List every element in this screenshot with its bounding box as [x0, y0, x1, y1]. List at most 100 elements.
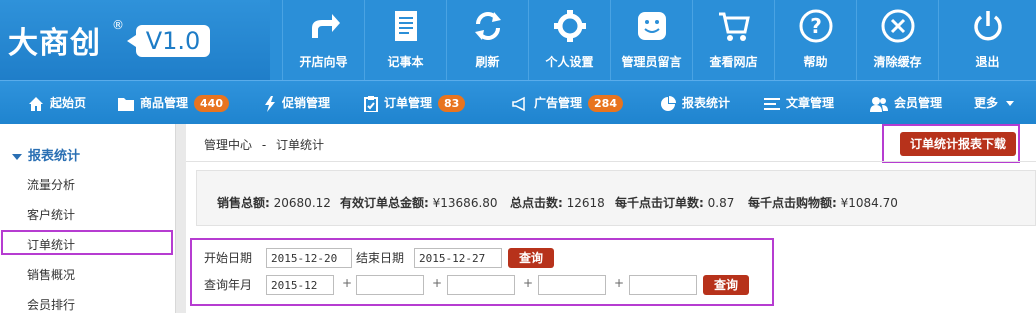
- help-icon: ?: [799, 9, 832, 43]
- nav-item-more[interactable]: 更多: [974, 81, 1015, 125]
- toolbar-button-clear-cache[interactable]: 清除缓存: [856, 0, 938, 80]
- sidebar-section-reports[interactable]: 报表统计: [12, 145, 80, 164]
- stat-label: 销售总额:: [217, 196, 270, 210]
- nav-item-reports[interactable]: 报表统计: [660, 81, 730, 125]
- stat-total-sales: 销售总额: 20680.12: [217, 194, 331, 211]
- users-icon: [870, 96, 888, 112]
- nav-item-ads[interactable]: 广告管理 284: [512, 81, 623, 125]
- breadcrumb-current: 订单统计: [276, 138, 325, 152]
- brand-logo: 大商创 ® V1.0: [0, 0, 270, 80]
- plus-sign: +: [523, 276, 534, 290]
- end-date-label: 结束日期: [356, 251, 405, 265]
- stat-label: 每千点击订单数:: [615, 196, 704, 210]
- toolbar-label: 记事本: [387, 55, 424, 69]
- toolbar-button-store-wizard[interactable]: 开店向导: [282, 0, 364, 80]
- sidebar-section-title: 报表统计: [28, 149, 81, 164]
- toolbar-button-logout[interactable]: 退出: [938, 0, 1036, 80]
- toolbar-label: 退出: [975, 55, 1000, 69]
- end-date-input[interactable]: [414, 248, 502, 268]
- toolbar-button-help[interactable]: ? 帮助: [774, 0, 856, 80]
- nav-label: 文章管理: [786, 96, 835, 110]
- stat-total-clicks: 总点击数: 12618: [510, 194, 605, 211]
- sidebar-gutter: [176, 124, 186, 313]
- breadcrumb-separator: -: [261, 138, 267, 152]
- stat-label: 有效订单总金额:: [340, 196, 429, 210]
- stat-value: 0.87: [707, 196, 735, 210]
- nav-label: 报表统计: [682, 96, 731, 110]
- month-input-1[interactable]: [266, 275, 334, 295]
- clear-icon: [881, 9, 914, 43]
- home-icon: [29, 96, 43, 111]
- toolbar-label: 个人设置: [545, 55, 594, 69]
- toolbar-button-admin-messages[interactable]: 管理员留言: [610, 0, 692, 80]
- nav-item-orders[interactable]: 订单管理 83: [364, 81, 466, 125]
- month-input-2[interactable]: [356, 275, 424, 295]
- stat-valid-order-amount: 有效订单总金额: ¥13686.80: [340, 194, 498, 211]
- caret-down-icon: [1006, 100, 1015, 106]
- sidebar-item-traffic-analysis[interactable]: 流量分析: [27, 176, 75, 193]
- toolbar-label: 刷新: [475, 55, 500, 69]
- folder-icon: [118, 97, 134, 111]
- stat-value: ¥1084.70: [840, 196, 898, 210]
- month-input-5[interactable]: [629, 275, 697, 295]
- stat-orders-per-thousand: 每千点击订单数: 0.87: [615, 194, 734, 211]
- stats-summary: 销售总额: 20680.12 有效订单总金额: ¥13686.80 总点击数: …: [196, 170, 1036, 226]
- nav-item-products[interactable]: 商品管理 440: [118, 81, 229, 125]
- nav-item-articles[interactable]: 文章管理: [764, 81, 834, 125]
- nav-label: 会员管理: [894, 96, 943, 110]
- nav-label: 起始页: [50, 96, 87, 110]
- month-query-button[interactable]: 查询: [703, 275, 749, 295]
- megaphone-icon: [512, 96, 525, 111]
- toolbar-label: 管理员留言: [621, 55, 682, 69]
- share-arrow-icon: [311, 14, 340, 38]
- stat-value: 12618: [566, 196, 605, 210]
- nav-label: 订单管理: [384, 96, 433, 110]
- toolbar-label: 清除缓存: [873, 55, 922, 69]
- sidebar-item-sales-overview[interactable]: 销售概况: [27, 266, 75, 283]
- bolt-icon: [265, 95, 275, 112]
- main-content: 管理中心 - 订单统计 订单统计报表下载 销售总额: 20680.12 有效订单…: [186, 124, 1036, 313]
- toolbar-button-personal-settings[interactable]: 个人设置: [528, 0, 610, 80]
- stat-value: ¥13686.80: [432, 196, 498, 210]
- toolbar-button-notepad[interactable]: 记事本: [364, 0, 446, 80]
- query-form: 开始日期 结束日期 查询 查询年月 + + + + 查询: [190, 238, 774, 306]
- sidebar-item-member-ranking[interactable]: 会员排行: [27, 296, 75, 313]
- main-nav: 起始页 商品管理 440 促销管理 订单管理 83 广告管理 284 报表统计 文章管…: [0, 80, 1036, 124]
- divider: [186, 161, 1036, 162]
- plus-sign: +: [342, 276, 353, 290]
- notepad-icon: [394, 11, 417, 41]
- brand-name: 大商创: [8, 26, 101, 61]
- month-input-4[interactable]: [538, 275, 606, 295]
- nav-badge-ads: 284: [588, 95, 623, 112]
- stat-amount-per-thousand: 每千点击购物额: ¥1084.70: [748, 194, 898, 211]
- breadcrumb-root[interactable]: 管理中心: [204, 138, 252, 152]
- toolbar-button-view-store[interactable]: 查看网店: [692, 0, 774, 80]
- toolbar-button-refresh[interactable]: 刷新: [446, 0, 528, 80]
- stat-value: 20680.12: [273, 196, 331, 210]
- clipboard-icon: [364, 95, 378, 112]
- breadcrumb: 管理中心 - 订单统计: [204, 136, 324, 153]
- toolbar-label: 查看网店: [709, 55, 758, 69]
- nav-label: 广告管理: [534, 96, 583, 110]
- gear-icon: [553, 10, 586, 42]
- nav-item-members[interactable]: 会员管理: [870, 81, 942, 125]
- plus-sign: +: [614, 276, 625, 290]
- registered-mark: ®: [112, 18, 124, 32]
- start-date-input[interactable]: [266, 248, 352, 268]
- power-icon: [973, 11, 1002, 41]
- nav-item-home[interactable]: 起始页: [28, 81, 86, 125]
- toolbar-label: 帮助: [803, 55, 828, 69]
- nav-item-promotions[interactable]: 促销管理: [264, 81, 330, 125]
- highlight-box-order-stats: [1, 230, 173, 255]
- cart-icon: [718, 12, 750, 41]
- version-badge: V1.0: [127, 25, 210, 57]
- date-query-button[interactable]: 查询: [508, 248, 554, 268]
- nav-label: 商品管理: [140, 96, 189, 110]
- plus-sign: +: [432, 276, 443, 290]
- expand-triangle-icon: [12, 153, 22, 160]
- list-icon: [764, 97, 780, 110]
- sidebar-item-customer-stats[interactable]: 客户统计: [27, 206, 75, 223]
- month-input-3[interactable]: [447, 275, 515, 295]
- pie-chart-icon: [661, 95, 676, 111]
- nav-badge-orders: 83: [438, 95, 466, 112]
